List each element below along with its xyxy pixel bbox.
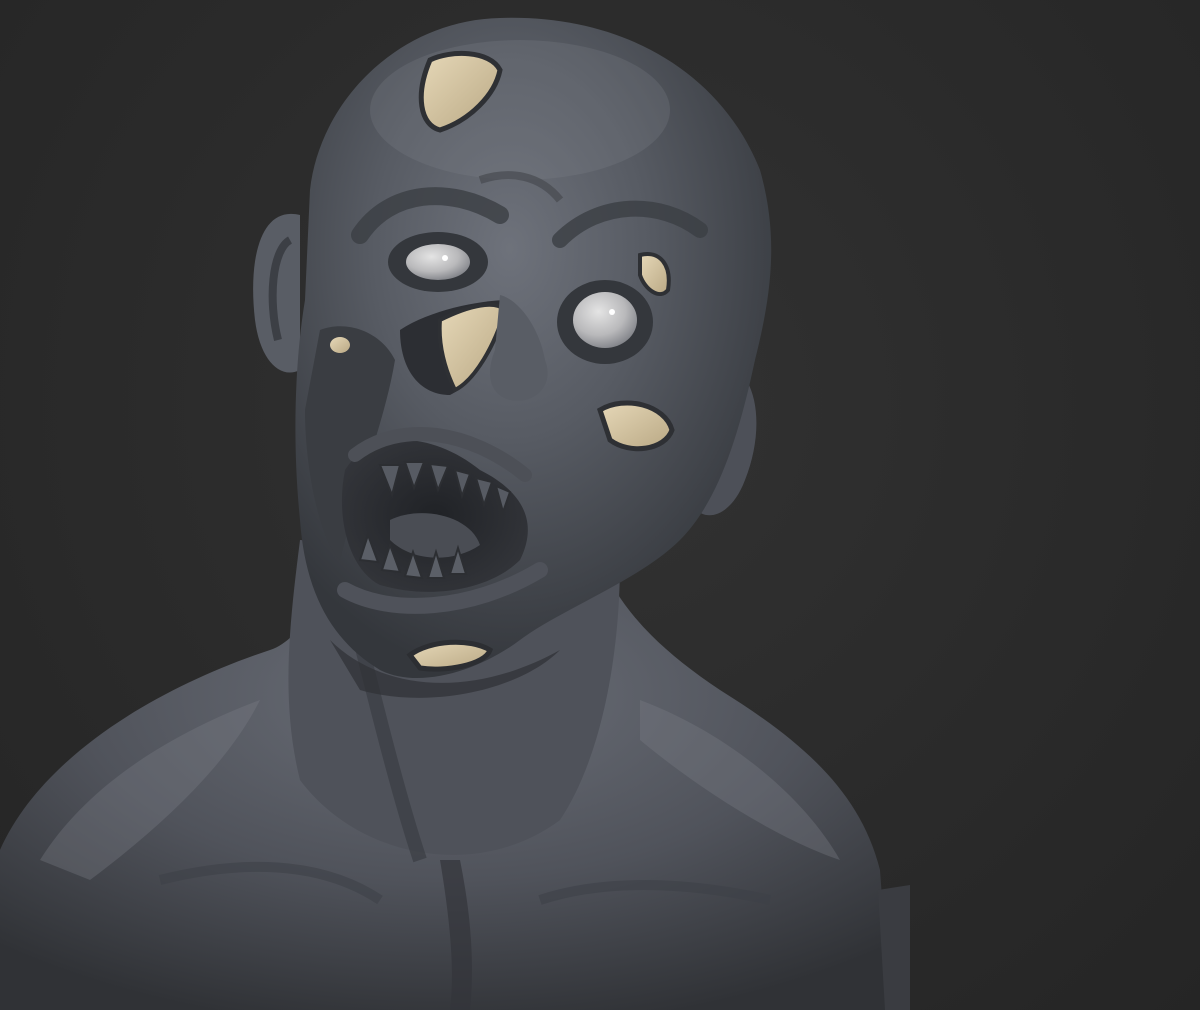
left-eyeball [406,244,470,280]
cranium-highlight [370,40,670,180]
cheek-bone-fleck [330,337,350,353]
zombie-bust-render [0,17,910,1010]
right-eye-glint [609,309,615,315]
sculpt-viewport [0,0,1200,1010]
right-eyeball [573,292,637,348]
left-eye-glint [442,255,448,261]
